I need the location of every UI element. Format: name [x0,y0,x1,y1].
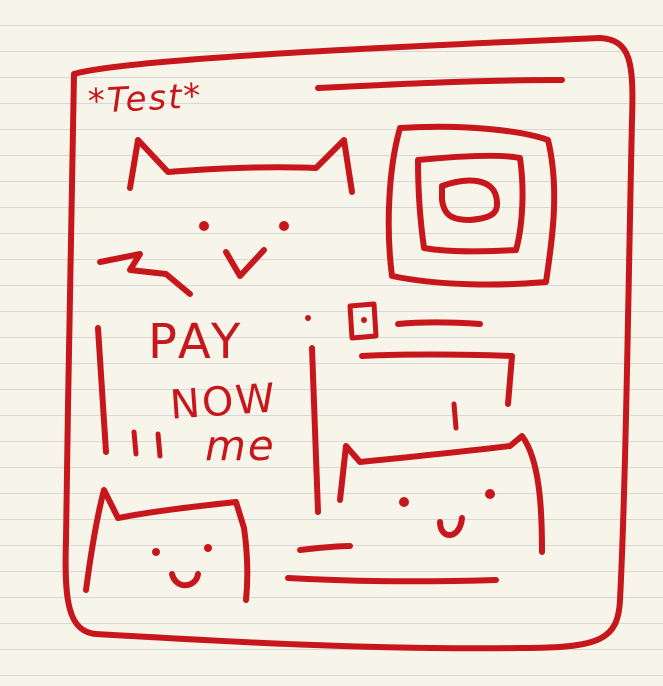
checkbox-label-line [395,319,483,327]
cat-mouth [223,247,267,279]
notebook-page: *Test* PAY NOW me [0,0,663,686]
divider-dot [305,315,311,321]
footer-line-short [297,543,353,553]
poster-border-left [95,325,109,455]
image-frame-outer [385,123,558,288]
image-frame-middle [415,152,526,255]
cat-ears-top [127,137,355,195]
poster-tick-b [155,431,163,459]
list-tick [451,401,459,431]
cat2-eye-left [399,497,409,507]
banner-line-me: me [205,421,276,470]
checkbox-dot [361,317,367,323]
header-line [315,77,565,91]
image-frame-inner [439,177,501,223]
list-bracket [359,351,515,407]
footer-line-long [285,575,499,585]
cat2-mouth [437,515,465,538]
cat2-eye-right [485,489,495,499]
cat-eye-right [279,221,289,231]
banner-line-now: NOW [168,375,279,429]
cat-eye-left [199,221,209,231]
cat3-eye-right [204,544,212,552]
cat3-mouth [169,571,201,589]
poster-tick-a [131,429,139,457]
banner-line-pay: PAY [148,314,245,370]
page-title: *Test* [87,76,204,122]
cat-ears-bottom-right [337,433,545,555]
cat-ears-bottom-left [83,487,251,603]
cat3-eye-left [152,548,160,556]
column-divider [309,345,321,515]
cat-paw [97,251,193,297]
